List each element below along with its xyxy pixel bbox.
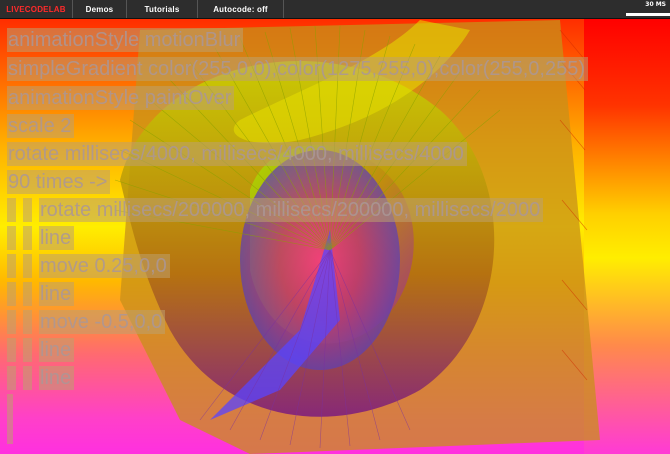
code-line-text: rotate millisecs/200000, millisecs/20000… bbox=[39, 198, 544, 222]
code-line[interactable]: line bbox=[7, 282, 75, 306]
indent-marker bbox=[23, 226, 32, 250]
code-line[interactable]: line bbox=[7, 226, 75, 250]
indent-marker bbox=[7, 338, 16, 362]
code-line[interactable]: 90 times -> bbox=[7, 170, 111, 194]
tutorials-menu[interactable]: Tutorials bbox=[127, 0, 198, 18]
logo-menu[interactable]: LIVECODELAB bbox=[0, 0, 73, 18]
indent-marker bbox=[23, 282, 32, 306]
stats-label: 30 MS bbox=[645, 1, 666, 8]
code-line-text: rotate millisecs/4000, millisecs/4000, m… bbox=[7, 142, 467, 166]
indent-marker bbox=[7, 282, 16, 306]
code-line[interactable]: rotate millisecs/4000, millisecs/4000, m… bbox=[7, 142, 467, 166]
autocode-toggle[interactable]: Autocode: off bbox=[198, 0, 284, 18]
indent-marker bbox=[7, 366, 16, 390]
code-line[interactable]: simpleGradient color(255,0,0),color(1275… bbox=[7, 57, 588, 81]
code-line[interactable]: line bbox=[7, 366, 75, 390]
indent-marker bbox=[7, 254, 16, 278]
code-line-text: line bbox=[39, 366, 75, 390]
code-line-text: line bbox=[39, 338, 75, 362]
indent-marker bbox=[23, 310, 32, 334]
demos-menu[interactable]: Demos bbox=[73, 0, 127, 18]
text-cursor-line bbox=[7, 394, 13, 444]
indent-marker bbox=[7, 198, 16, 222]
code-line-text: scale 2 bbox=[7, 114, 75, 138]
stats-widget[interactable]: 30 MS bbox=[626, 0, 670, 18]
indent-marker bbox=[7, 310, 16, 334]
code-line[interactable]: line bbox=[7, 338, 75, 362]
indent-marker bbox=[7, 226, 16, 250]
indent-marker bbox=[23, 366, 32, 390]
code-line-text: 90 times -> bbox=[7, 170, 111, 194]
code-line-text: move 0.25,0,0 bbox=[39, 254, 170, 278]
code-line-text: simpleGradient color(255,0,0),color(1275… bbox=[7, 57, 588, 81]
code-line[interactable]: animationStyle paintOver bbox=[7, 86, 235, 110]
stats-graph bbox=[626, 13, 670, 16]
top-navbar: LIVECODELAB Demos Tutorials Autocode: of… bbox=[0, 0, 670, 19]
code-line[interactable]: rotate millisecs/200000, millisecs/20000… bbox=[7, 198, 544, 222]
code-line[interactable]: move 0.25,0,0 bbox=[7, 254, 170, 278]
code-line[interactable]: move -0.5,0,0 bbox=[7, 310, 166, 334]
indent-marker bbox=[23, 338, 32, 362]
code-line-text: line bbox=[39, 226, 75, 250]
code-line[interactable]: animationStyle motionBlur bbox=[7, 28, 244, 52]
code-line-text: move -0.5,0,0 bbox=[39, 310, 166, 334]
code-line-text: animationStyle paintOver bbox=[7, 86, 235, 110]
indent-marker bbox=[23, 254, 32, 278]
code-line-text: animationStyle motionBlur bbox=[7, 28, 244, 52]
indent-marker bbox=[23, 198, 32, 222]
code-line[interactable]: scale 2 bbox=[7, 114, 75, 138]
code-line-text: line bbox=[39, 282, 75, 306]
